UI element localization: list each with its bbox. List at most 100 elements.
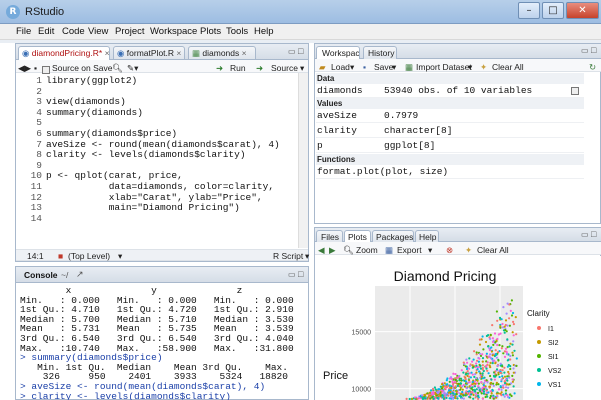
menu-help[interactable]: Help: [254, 26, 274, 37]
menu-file[interactable]: File: [16, 26, 31, 37]
tab-diamonds[interactable]: ▦ diamonds ×: [188, 46, 256, 59]
table-view-icon[interactable]: [571, 86, 579, 97]
scatter-point: [454, 378, 457, 381]
menu-edit[interactable]: Edit: [38, 26, 54, 37]
legend-swatch: [537, 368, 541, 372]
scatter-point: [494, 349, 497, 352]
scatter-point: [497, 351, 500, 354]
editor-scrollbar[interactable]: [298, 73, 308, 248]
scatter-point: [512, 323, 515, 326]
chevron-down-icon[interactable]: ▾: [428, 245, 432, 256]
menu-workspace[interactable]: Workspace: [150, 26, 197, 37]
code-editor[interactable]: 1 library(ggplot2) 2 3 view(diamonds) 4 summar…: [16, 73, 298, 248]
env-row-p[interactable]: p ggplot[8]: [316, 139, 584, 153]
close-button[interactable]: ✕: [566, 2, 599, 19]
maximize-pane-icon[interactable]: □: [591, 45, 596, 55]
r-file-icon: ◉: [117, 48, 125, 58]
scatter-point: [492, 397, 495, 400]
scatter-point: [493, 332, 497, 335]
scatter-point: [511, 378, 514, 381]
tab-diamondpricing[interactable]: ◉ diamondPricing.R* ×: [18, 46, 110, 60]
save-button[interactable]: Save: [374, 62, 393, 72]
scatter-point: [506, 346, 509, 349]
tab-history[interactable]: History: [363, 46, 397, 59]
close-icon[interactable]: ×: [242, 48, 247, 58]
section-label: Functions: [317, 155, 356, 164]
broom-icon: ✦: [465, 245, 473, 255]
maximize-pane-icon[interactable]: □: [591, 229, 596, 239]
env-row-diamonds[interactable]: diamonds 53940 obs. of 10 variables: [316, 84, 584, 98]
tab-formatplot[interactable]: ◉ formatPlot.R ×: [113, 46, 185, 59]
scatter-point: [451, 380, 454, 383]
menu-view[interactable]: View: [88, 26, 108, 37]
navigate-icon[interactable]: ↗: [76, 269, 84, 280]
refresh-icon[interactable]: ↻: [589, 62, 596, 73]
scatter-point: [491, 337, 494, 340]
scatter-point: [509, 354, 512, 358]
source-button[interactable]: Source: [271, 63, 298, 73]
scatter-point: [472, 358, 475, 361]
maximize-pane-icon[interactable]: □: [298, 46, 303, 56]
scatter-point: [515, 364, 518, 367]
menu-plots[interactable]: Plots: [200, 26, 221, 37]
menu-bar: File Edit Code View Project Workspace Pl…: [0, 24, 601, 40]
forward-arrow-icon[interactable]: ▶: [329, 245, 336, 256]
console-title[interactable]: Console: [24, 270, 58, 280]
scatter-point: [507, 372, 510, 375]
clear-all-plots-button[interactable]: Clear All: [477, 245, 509, 255]
remove-plot-icon[interactable]: ⊗: [446, 245, 453, 256]
chevron-down-icon[interactable]: ▾: [468, 62, 472, 73]
minimize-pane-icon[interactable]: ▭: [581, 46, 589, 55]
minimize-button[interactable]: –: [518, 2, 540, 19]
run-button[interactable]: Run: [230, 63, 246, 73]
scatter-point: [503, 366, 506, 369]
filetype-selector[interactable]: R Script: [273, 251, 303, 261]
scatter-point: [475, 371, 478, 374]
close-icon[interactable]: ×: [105, 48, 109, 58]
scatter-point: [475, 351, 478, 354]
close-icon[interactable]: ×: [176, 48, 181, 58]
back-arrow-icon[interactable]: ◀: [318, 245, 325, 256]
console-output[interactable]: x y z Min. : 0.000 Min. : 0.000 Min. : 0.…: [16, 283, 308, 400]
env-row-format-plot[interactable]: format.plot(plot, size): [316, 165, 584, 179]
minimize-pane-icon[interactable]: ▭: [288, 270, 296, 279]
console-tabbar: Console ~/ ↗ ▭ □: [16, 267, 308, 283]
clear-all-button[interactable]: Clear All: [492, 62, 524, 72]
scatter-point: [501, 375, 504, 378]
chevron-down-icon[interactable]: ▾: [305, 251, 309, 262]
env-row-avesize[interactable]: aveSize 0.7979: [316, 109, 584, 123]
scatter-point: [460, 392, 463, 395]
scatter-point: [489, 337, 492, 340]
menu-tools[interactable]: Tools: [226, 26, 248, 37]
scatter-point: [470, 387, 473, 390]
scope-selector[interactable]: (Top Level): [68, 251, 110, 261]
chevron-down-icon[interactable]: ▾: [350, 62, 354, 73]
scatter-point: [510, 299, 513, 302]
code-line: main="Diamond Pricing"): [46, 202, 240, 214]
maximize-button[interactable]: □: [542, 2, 564, 19]
scatter-point: [473, 385, 477, 388]
env-row-clarity[interactable]: clarity character[8]: [316, 124, 584, 138]
line-number: 1: [36, 75, 42, 86]
chevron-down-icon[interactable]: ▾: [118, 251, 122, 262]
minimize-pane-icon[interactable]: ▭: [581, 230, 589, 239]
legend-label: SI1: [548, 354, 559, 361]
scatter-point: [506, 302, 509, 305]
export-button[interactable]: Export: [397, 245, 422, 255]
scatter-point: [432, 390, 435, 393]
maximize-pane-icon[interactable]: □: [298, 269, 303, 279]
tab-workspace[interactable]: Workspace: [316, 46, 360, 60]
import-dataset-button[interactable]: Import Dataset: [416, 62, 472, 72]
menu-code[interactable]: Code: [62, 26, 85, 37]
load-button[interactable]: Load: [331, 62, 350, 72]
scatter-point: [456, 397, 459, 400]
menu-project[interactable]: Project: [115, 26, 145, 37]
save-icon[interactable]: ▪: [34, 63, 37, 73]
scatter-point: [456, 384, 459, 387]
chevron-down-icon[interactable]: ▾: [392, 62, 396, 73]
scatter-point: [511, 331, 514, 334]
scatter-point: [489, 353, 492, 356]
y-tick-label: 15000: [352, 330, 372, 337]
zoom-button[interactable]: Zoom: [356, 245, 378, 255]
minimize-pane-icon[interactable]: ▭: [288, 47, 296, 56]
